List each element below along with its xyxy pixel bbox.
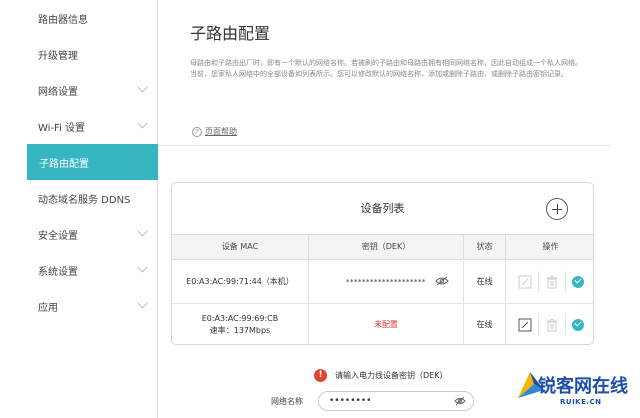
table-row: E0:A3:AC:99:69:CB 速率：137Mbps 未配置 在线 [172,304,593,344]
help-label: 页面帮助 [205,127,237,136]
sidebar-item-label: 升级管理 [38,50,78,62]
sidebar-item-label: 路由器信息 [38,14,88,26]
edit-icon[interactable] [518,318,532,332]
mac-address: E0:A3:AC:99:69:CB [201,314,279,323]
watermark-brand: 锐客网在线 [538,376,628,397]
sidebar-item-security[interactable]: 安全设置 [0,216,158,252]
warning-icon: ! [314,369,327,382]
page-title: 子路由配置 [190,24,271,43]
watermark-url: RUIKE.CN [560,398,602,406]
divider [158,145,610,146]
column-header-mac: 设备 MAC [221,242,259,251]
status-cell: 在线 [463,304,505,344]
device-list-card: 设备列表 设备 MAC 密钥（DEK） 状态 操作 E0:A3:AC:99:71… [171,182,594,345]
chevron-down-icon [137,82,148,93]
dek-cell: 未配置 [308,304,463,344]
edit-icon[interactable] [518,275,532,289]
chevron-down-icon [137,226,148,237]
column-header-actions: 操作 [505,235,593,259]
plus-circle-icon[interactable] [546,198,568,220]
chevron-down-icon [137,298,148,309]
table-row: E0:A3:AC:99:71:44（本机） ******************… [172,261,593,304]
dek-value: 未配置 [374,320,398,329]
actions-cell [505,261,593,303]
sidebar-item-label: 系统设置 [38,266,78,278]
check-circle-icon [571,319,584,331]
link-speed: 速率：137Mbps [209,326,271,335]
sidebar-item-router-info[interactable]: 路由器信息 [0,0,158,36]
actions-cell [505,304,593,344]
page-description: 母路由和子路由出厂时，即有一个默认的网络名称。若被刷的子路由和母路由拥有相同网络… [190,59,582,78]
confirm-button[interactable] [571,276,584,288]
sidebar-item-label: 应用 [38,302,58,314]
confirm-button[interactable] [571,319,584,331]
dek-value: ******************** [346,278,426,286]
sidebar-item-label: 安全设置 [38,230,78,242]
network-name-value: •••••••• [329,396,372,406]
device-list-title: 设备列表 [360,202,405,215]
sidebar-item-wifi[interactable]: Wi-Fi 设置 [0,108,158,144]
status-badge: 在线 [476,320,493,329]
sidebar-item-label: 网络设置 [38,86,78,98]
question-icon: ? [192,126,202,137]
sidebar-item-upgrade[interactable]: 升级管理 [0,36,158,72]
network-name-field[interactable]: •••••••• [318,391,474,411]
sidebar-item-ddns[interactable]: 动态域名服务 DDNS [0,180,158,216]
mac-cell: E0:A3:AC:99:69:CB 速率：137Mbps [172,304,308,344]
sidebar-item-sub-router[interactable]: 子路由配置 [27,144,158,180]
divider [537,314,539,336]
divider [564,314,566,336]
warning-text: 请输入电力线设备密钥（DEK） [335,371,448,380]
eye-slash-icon[interactable] [435,276,449,286]
column-header-status: 状态 [463,235,505,259]
dek-warning: ! 请输入电力线设备密钥（DEK） [314,369,447,382]
status-badge: 在线 [476,277,493,286]
divider [564,271,566,293]
sidebar: 路由器信息 升级管理 网络设置 Wi-Fi 设置 子路由配置 动态域名服务 DD… [0,0,158,418]
watermark: 锐客网在线 RUIKE.CN [510,360,640,418]
sidebar-item-system[interactable]: 系统设置 [0,252,158,288]
mac-cell: E0:A3:AC:99:71:44（本机） [172,261,308,303]
sidebar-item-network[interactable]: 网络设置 [0,72,158,108]
sidebar-item-apps[interactable]: 应用 [0,288,158,324]
check-circle-icon [571,276,584,288]
status-cell: 在线 [463,261,505,303]
network-name-label: 网络名称 [271,397,303,406]
mac-address: E0:A3:AC:99:71:44（本机） [186,277,294,286]
divider [537,271,539,293]
eye-slash-icon[interactable] [454,396,466,406]
sidebar-item-label: 子路由配置 [39,158,89,170]
chevron-down-icon [137,262,148,273]
trash-icon[interactable] [545,318,559,332]
sidebar-item-label: 动态域名服务 DDNS [38,194,131,206]
dek-cell: ******************** [308,261,463,303]
trash-icon[interactable] [545,275,559,289]
help-link[interactable]: ? 页面帮助 [192,126,237,137]
table-header: 设备 MAC 密钥（DEK） 状态 操作 [172,234,593,260]
chevron-down-icon [137,118,148,129]
sidebar-item-label: Wi-Fi 设置 [38,122,86,134]
column-header-dek: 密钥（DEK） [308,235,463,259]
